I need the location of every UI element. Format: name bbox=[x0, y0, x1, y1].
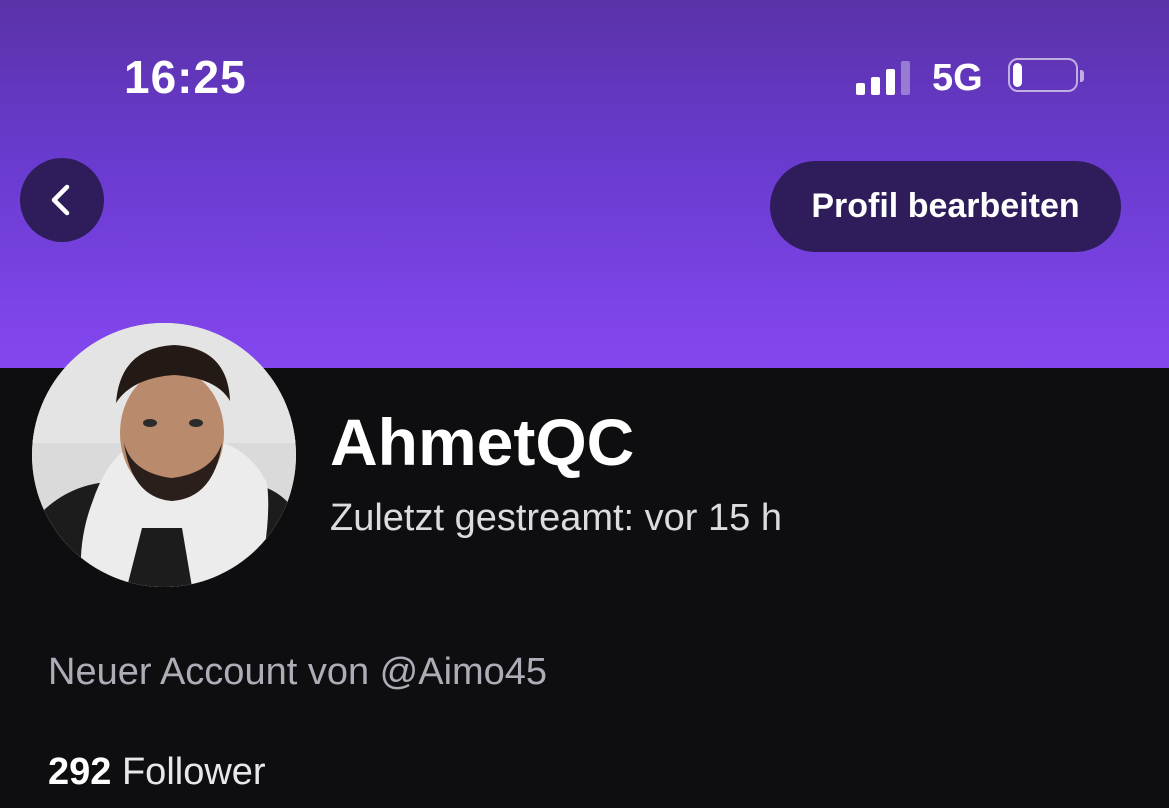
followers-label: Follower bbox=[121, 751, 266, 793]
signal-bars-icon bbox=[856, 59, 916, 95]
signal-bar bbox=[901, 61, 910, 95]
signal-bar bbox=[871, 77, 880, 95]
back-button[interactable] bbox=[20, 158, 104, 242]
profile-bio: Neuer Account von @Aimo45 bbox=[48, 651, 548, 693]
signal-bar bbox=[856, 83, 865, 95]
battery-level bbox=[1013, 63, 1022, 87]
status-time: 16:25 bbox=[124, 51, 247, 103]
battery-icon bbox=[1008, 58, 1084, 96]
edit-profile-button[interactable]: Profil bearbeiten bbox=[770, 161, 1121, 252]
followers-number: 292 bbox=[48, 751, 112, 793]
network-type: 5G bbox=[932, 57, 983, 99]
profile-photo bbox=[32, 323, 296, 587]
followers-count[interactable]: 292 Follower bbox=[48, 748, 266, 796]
profile-screen: 16:25 5G Profil bearbeiten AhmetQC Zulet… bbox=[0, 0, 1169, 808]
avatar[interactable] bbox=[32, 323, 296, 587]
signal-bar bbox=[886, 69, 895, 95]
chevron-left-icon bbox=[51, 184, 70, 216]
last-streamed-text: Zuletzt gestreamt: vor 15 h bbox=[330, 497, 782, 539]
battery-nub bbox=[1080, 70, 1084, 82]
username: AhmetQC bbox=[330, 405, 635, 479]
